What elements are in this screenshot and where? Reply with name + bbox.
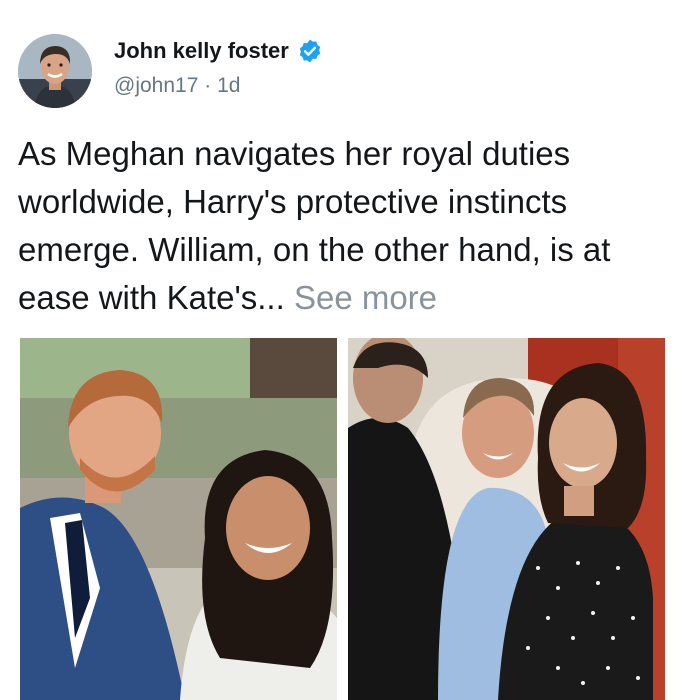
tweet-media[interactable] xyxy=(20,338,665,700)
photo-william-kate[interactable] xyxy=(348,338,665,700)
verified-badge-icon xyxy=(297,38,323,64)
tweet-text: As Meghan navigates her royal duties wor… xyxy=(18,130,683,322)
avatar[interactable] xyxy=(18,34,92,108)
meta-separator: · xyxy=(204,74,212,97)
author-handle[interactable]: @john17 xyxy=(114,74,198,97)
author-name[interactable]: John kelly foster xyxy=(114,38,289,64)
tweet-meta: @john17 · 1d xyxy=(114,74,240,98)
author-row: John kelly foster xyxy=(114,38,323,64)
tweet-age[interactable]: 1d xyxy=(217,74,240,97)
photo-harry-meghan[interactable] xyxy=(20,338,337,700)
see-more-link[interactable]: See more xyxy=(294,279,437,316)
tweet-header: John kelly foster @john17 · 1d xyxy=(18,34,678,114)
